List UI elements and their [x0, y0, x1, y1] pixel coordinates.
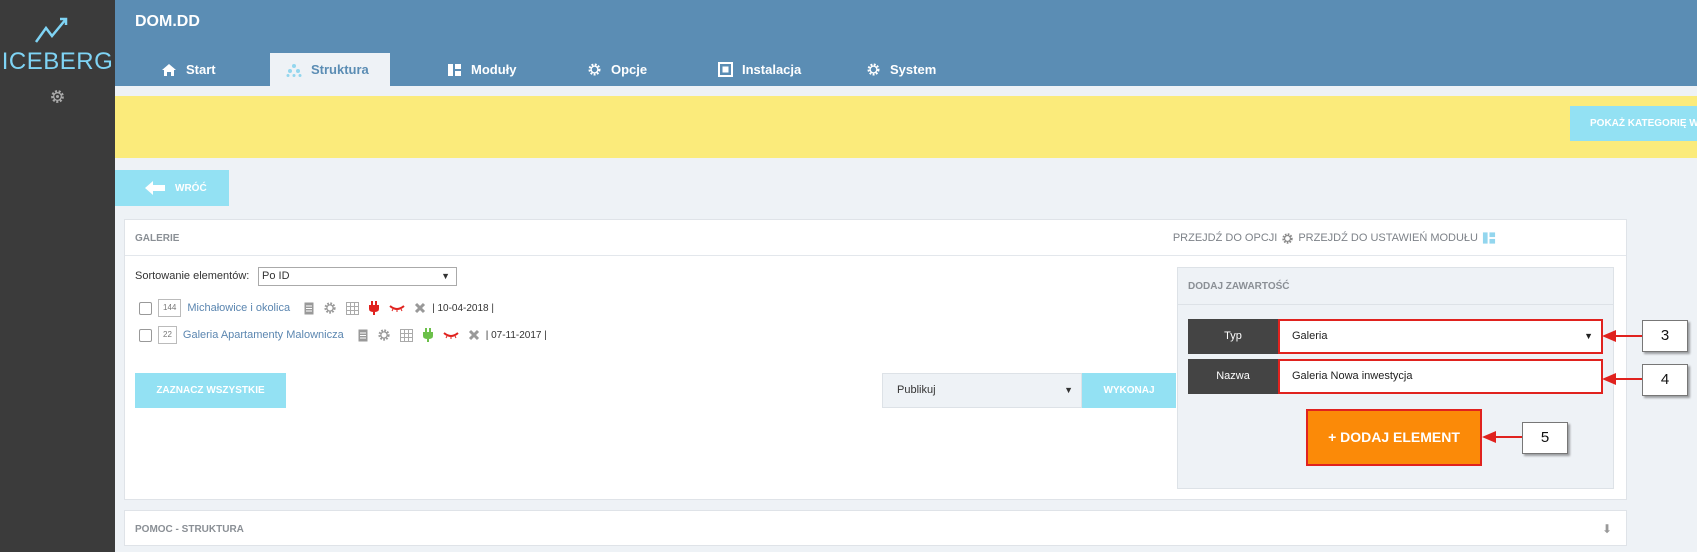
- callout-4: 4: [1642, 364, 1688, 396]
- callout-arrowhead-5: [1482, 431, 1496, 443]
- callout-arrows: [1482, 330, 1642, 443]
- callout-5: 5: [1522, 422, 1568, 454]
- callout-arrowhead-4: [1602, 373, 1616, 385]
- callout-arrowhead-3: [1602, 330, 1616, 342]
- callout-3: 3: [1642, 320, 1688, 352]
